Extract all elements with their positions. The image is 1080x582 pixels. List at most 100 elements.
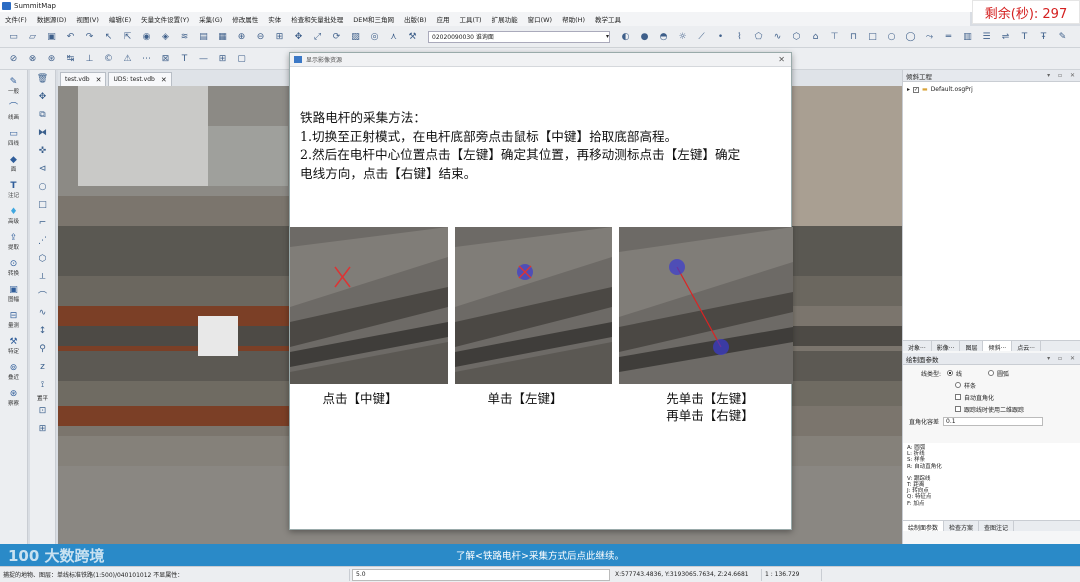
mode-general[interactable]: ✎ 一般 [0, 76, 27, 95]
mode-inspect[interactable]: ⊛ 察察 [0, 388, 27, 407]
radio-spline[interactable] [955, 382, 961, 388]
table-grid-icon[interactable]: ⊞ [216, 52, 230, 66]
copyright-icon[interactable]: © [102, 52, 116, 66]
sun-icon[interactable]: ☼ [676, 30, 690, 44]
undo-icon[interactable]: ↶ [64, 30, 78, 44]
mirror-icon[interactable]: ⧓ [30, 124, 55, 142]
checkbox-auto-right-angle[interactable] [955, 394, 961, 400]
close-icon[interactable]: ✕ [778, 55, 785, 64]
wave-icon[interactable]: ∿ [30, 304, 55, 322]
zoom-out-icon[interactable]: ⊖ [254, 30, 268, 44]
arrow-icon[interactable]: ⇌ [999, 30, 1013, 44]
globe-icon[interactable]: ◉ [140, 30, 154, 44]
tab-check-plan[interactable]: 检查方案 [944, 521, 980, 532]
copy-icon[interactable]: ⧉ [30, 106, 55, 124]
db-icon[interactable]: ◓ [657, 30, 671, 44]
offset-icon[interactable]: ⟂ [30, 268, 55, 286]
menu-check-batch[interactable]: 检查和矢量批处理 [286, 14, 348, 24]
z-icon[interactable]: z [30, 358, 55, 376]
snap-z-icon[interactable]: ⟟ [30, 376, 55, 394]
mode-extract[interactable]: ⇪ 提取 [0, 232, 27, 251]
menu-tools[interactable]: 工具(T) [455, 14, 487, 24]
text-alt-icon[interactable]: Ŧ [1037, 30, 1051, 44]
parallel-icon[interactable]: ═ [942, 30, 956, 44]
layers-icon[interactable]: ◈ [159, 30, 173, 44]
panel-controls-icon[interactable]: ▾ ▫ ✕ [1047, 72, 1080, 79]
snap-icon[interactable]: ⊘ [7, 52, 21, 66]
text-icon[interactable]: T [1018, 30, 1032, 44]
zoom-in-icon[interactable]: ⊕ [235, 30, 249, 44]
grid-icon[interactable]: ▦ [216, 30, 230, 44]
height-icon[interactable]: ↕ [30, 322, 55, 340]
stack-icon[interactable]: ≋ [178, 30, 192, 44]
menu-vector-settings[interactable]: 矢量文件设置(Y) [136, 14, 194, 24]
vertex-icon[interactable]: ⋏ [387, 30, 401, 44]
open-folder-icon[interactable]: ▱ [26, 30, 40, 44]
tolerance-input[interactable]: 0.1 [943, 416, 1044, 426]
expand-icon[interactable]: ▸ [907, 86, 910, 93]
list-icon[interactable]: ☰ [980, 30, 994, 44]
table-icon[interactable]: ⊤ [828, 30, 842, 44]
circle-tool-icon[interactable]: ○ [30, 178, 55, 196]
node-icon[interactable]: ⋰ [30, 232, 55, 250]
radio-arc[interactable] [988, 370, 995, 376]
move-icon[interactable]: ✥ [30, 88, 55, 106]
menu-publish[interactable]: 出版(B) [399, 14, 432, 24]
menu-apply[interactable]: 应用 [432, 14, 455, 24]
corner-icon[interactable]: ⌐ [30, 214, 55, 232]
zoom-window-icon[interactable]: ⊞ [273, 30, 287, 44]
rect-icon[interactable]: □ [866, 30, 880, 44]
mode-annotation[interactable]: T 注记 [0, 180, 27, 199]
menu-dem[interactable]: DEM和三角网 [348, 14, 399, 24]
mode-area[interactable]: ◆ 面 [0, 154, 27, 173]
menu-view[interactable]: 视图(V) [71, 14, 104, 24]
sphere-icon[interactable]: ● [638, 30, 652, 44]
warning-icon[interactable]: ⚠ [121, 52, 135, 66]
curve-icon[interactable]: ∿ [771, 30, 785, 44]
polygon-icon[interactable]: ⬠ [752, 30, 766, 44]
snap-node-icon[interactable]: ⊛ [45, 52, 59, 66]
tab-uds-test-vdb[interactable]: UDS: test.vdb ✕ [108, 72, 172, 86]
wrench-icon[interactable]: ⚒ [406, 30, 420, 44]
circle-alt-icon[interactable]: ◯ [904, 30, 918, 44]
panel-controls-icon[interactable]: ▾ ▫ ✕ [1047, 355, 1080, 362]
mode-line[interactable]: ⌒ 线画 [0, 102, 27, 121]
reverse-icon[interactable]: ⊲ [30, 160, 55, 178]
pan-icon[interactable]: ✥ [292, 30, 306, 44]
hatch-icon[interactable]: ▥ [961, 30, 975, 44]
hexagon-icon[interactable]: ⬡ [30, 250, 55, 268]
delete-icon[interactable]: 🗑 [30, 70, 55, 88]
select-icon[interactable]: ⇱ [121, 30, 135, 44]
pen-icon[interactable]: ✎ [1056, 30, 1070, 44]
mode-near[interactable]: ⊚ 叠近 [0, 362, 27, 381]
menu-datasource[interactable]: 数据源(D) [32, 14, 72, 24]
menu-teaching[interactable]: 教学工具 [590, 14, 626, 24]
tab-oblique[interactable]: 倾斜··· [983, 341, 1013, 352]
text-box-icon[interactable]: T [178, 52, 192, 66]
house-icon[interactable]: ⌂ [809, 30, 823, 44]
mode-specific[interactable]: ⚒ 特定 [0, 336, 27, 355]
tab-test-vdb[interactable]: test.vdb ✕ [60, 72, 107, 86]
tree-item[interactable]: ▸ ✓ ▬ Default.osgPrj [907, 86, 1080, 93]
status-input[interactable]: 5.0 [352, 568, 610, 581]
dots-icon[interactable]: ⋯ [140, 52, 154, 66]
arc-icon[interactable]: ⌒ [30, 286, 55, 304]
menu-extensions[interactable]: 扩展功能 [487, 14, 523, 24]
square-tool-icon[interactable]: □ [30, 196, 55, 214]
tab-layers[interactable]: 图层 [960, 341, 984, 352]
menu-collect[interactable]: 采集(G) [194, 14, 227, 24]
mode-measure[interactable]: ⊟ 量测 [0, 310, 27, 329]
close-icon[interactable]: ✕ [161, 76, 167, 84]
search-icon[interactable]: ⚲ [30, 340, 55, 358]
tab-pointcloud[interactable]: 点云··· [1012, 341, 1041, 352]
snap-mid-icon[interactable]: ↹ [64, 52, 78, 66]
picture-icon[interactable]: ▨ [349, 30, 363, 44]
stereo-icon[interactable]: ◎ [368, 30, 382, 44]
menu-entity[interactable]: 实体 [263, 14, 286, 24]
tab-draw-params[interactable]: 绘制面参数 [903, 521, 945, 532]
minus-icon[interactable]: — [197, 52, 211, 66]
mode-convert[interactable]: ⊙ 转换 [0, 258, 27, 277]
menu-edit[interactable]: 编辑(E) [104, 14, 136, 24]
new-file-icon[interactable]: ▭ [7, 30, 21, 44]
building-icon[interactable]: ⊓ [847, 30, 861, 44]
